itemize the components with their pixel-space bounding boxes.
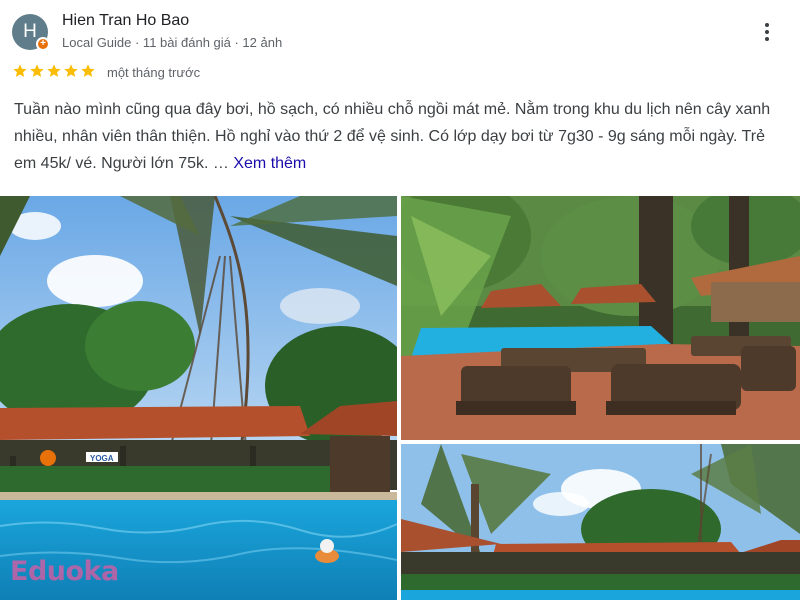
reviewer-avatar[interactable]: H + [12, 14, 50, 51]
review-card: H + Hien Tran Ho Bao Local Guide · 11 bà… [0, 0, 800, 600]
review-time: một tháng trước [107, 65, 201, 80]
pool-photo-3[interactable] [401, 444, 800, 600]
reviewer-meta: Local Guide · 11 bài đánh giá · 12 ảnh [62, 35, 283, 50]
pool-photo-1[interactable]: YOGA [0, 196, 397, 600]
review-body: Tuần nào mình cũng qua đây bơi, hồ sạch,… [14, 101, 771, 172]
see-more-link[interactable]: Xem thêm [233, 155, 306, 172]
avatar-letter: H [23, 21, 37, 42]
watermark-logo: Eduoka [10, 556, 119, 587]
yoga-sign-text: YOGA [90, 454, 114, 463]
more-options-button[interactable] [754, 18, 780, 46]
star-icon [81, 64, 95, 77]
star-icon [13, 64, 27, 77]
star-icon [30, 64, 44, 77]
review-photos: YOGA [0, 196, 800, 600]
reviewer-name[interactable]: Hien Tran Ho Bao [62, 12, 189, 30]
local-guide-badge-icon: + [36, 37, 50, 51]
more-vert-icon [765, 23, 769, 27]
star-icon [47, 64, 61, 77]
star-icon [64, 64, 78, 77]
pool-photo-2[interactable] [401, 196, 800, 440]
review-text: Tuần nào mình cũng qua đây bơi, hồ sạch,… [14, 96, 790, 177]
rating-stars [12, 63, 96, 79]
